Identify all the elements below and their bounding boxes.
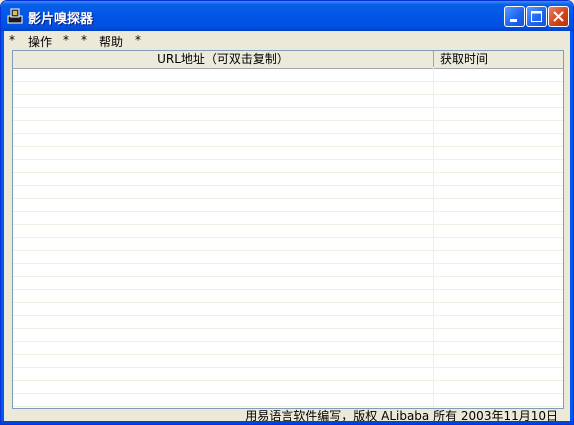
row-gridline xyxy=(13,172,563,173)
row-gridline xyxy=(13,250,563,251)
menu-separator-3: * xyxy=(81,33,87,47)
row-gridline xyxy=(13,185,563,186)
window-frame-left xyxy=(1,31,4,424)
row-gridline xyxy=(13,276,563,277)
row-gridline xyxy=(13,120,563,121)
close-icon xyxy=(553,11,564,22)
url-list[interactable]: URL地址（可双击复制） 获取时间 xyxy=(12,50,564,409)
menu-bar: * 操作 * * 帮助 * xyxy=(4,31,570,49)
row-gridline xyxy=(13,302,563,303)
list-body[interactable] xyxy=(13,68,563,408)
maximize-icon xyxy=(531,11,542,22)
row-gridline xyxy=(13,328,563,329)
row-gridline xyxy=(13,367,563,368)
row-gridline xyxy=(13,159,563,160)
row-gridline xyxy=(13,237,563,238)
row-gridline xyxy=(13,406,563,407)
row-gridline xyxy=(13,211,563,212)
title-bar[interactable]: 影片嗅探器 xyxy=(1,1,573,31)
row-gridline xyxy=(13,354,563,355)
column-header-url[interactable]: URL地址（可双击复制） xyxy=(13,51,434,67)
window-title: 影片嗅探器 xyxy=(28,12,94,27)
row-gridline xyxy=(13,341,563,342)
menu-separator-4: * xyxy=(135,33,141,47)
row-gridline xyxy=(13,146,563,147)
row-gridline xyxy=(13,315,563,316)
row-gridline xyxy=(13,81,563,82)
window-frame-right xyxy=(570,31,573,424)
minimize-icon xyxy=(510,19,517,22)
window-frame-bottom xyxy=(1,421,573,424)
menu-operate[interactable]: 操作 xyxy=(28,33,52,50)
row-gridline xyxy=(13,94,563,95)
row-gridline xyxy=(13,393,563,394)
row-gridline xyxy=(13,224,563,225)
list-header: URL地址（可双击复制） 获取时间 xyxy=(13,51,563,69)
row-gridline xyxy=(13,107,563,108)
app-icon xyxy=(7,8,23,24)
maximize-button[interactable] xyxy=(526,6,547,27)
app-window: 影片嗅探器 * 操作 * * 帮助 * URL地址（可双击复制） 获取时间 用易… xyxy=(0,0,574,425)
row-gridline xyxy=(13,133,563,134)
column-divider xyxy=(433,68,434,408)
minimize-button[interactable] xyxy=(504,6,525,27)
row-gridline xyxy=(13,263,563,264)
menu-help[interactable]: 帮助 xyxy=(99,33,123,50)
row-gridline xyxy=(13,198,563,199)
menu-separator-1: * xyxy=(9,33,15,47)
row-gridline xyxy=(13,289,563,290)
column-header-time[interactable]: 获取时间 xyxy=(434,51,563,67)
row-gridline xyxy=(13,380,563,381)
menu-separator-2: * xyxy=(63,33,69,47)
close-button[interactable] xyxy=(548,6,569,27)
